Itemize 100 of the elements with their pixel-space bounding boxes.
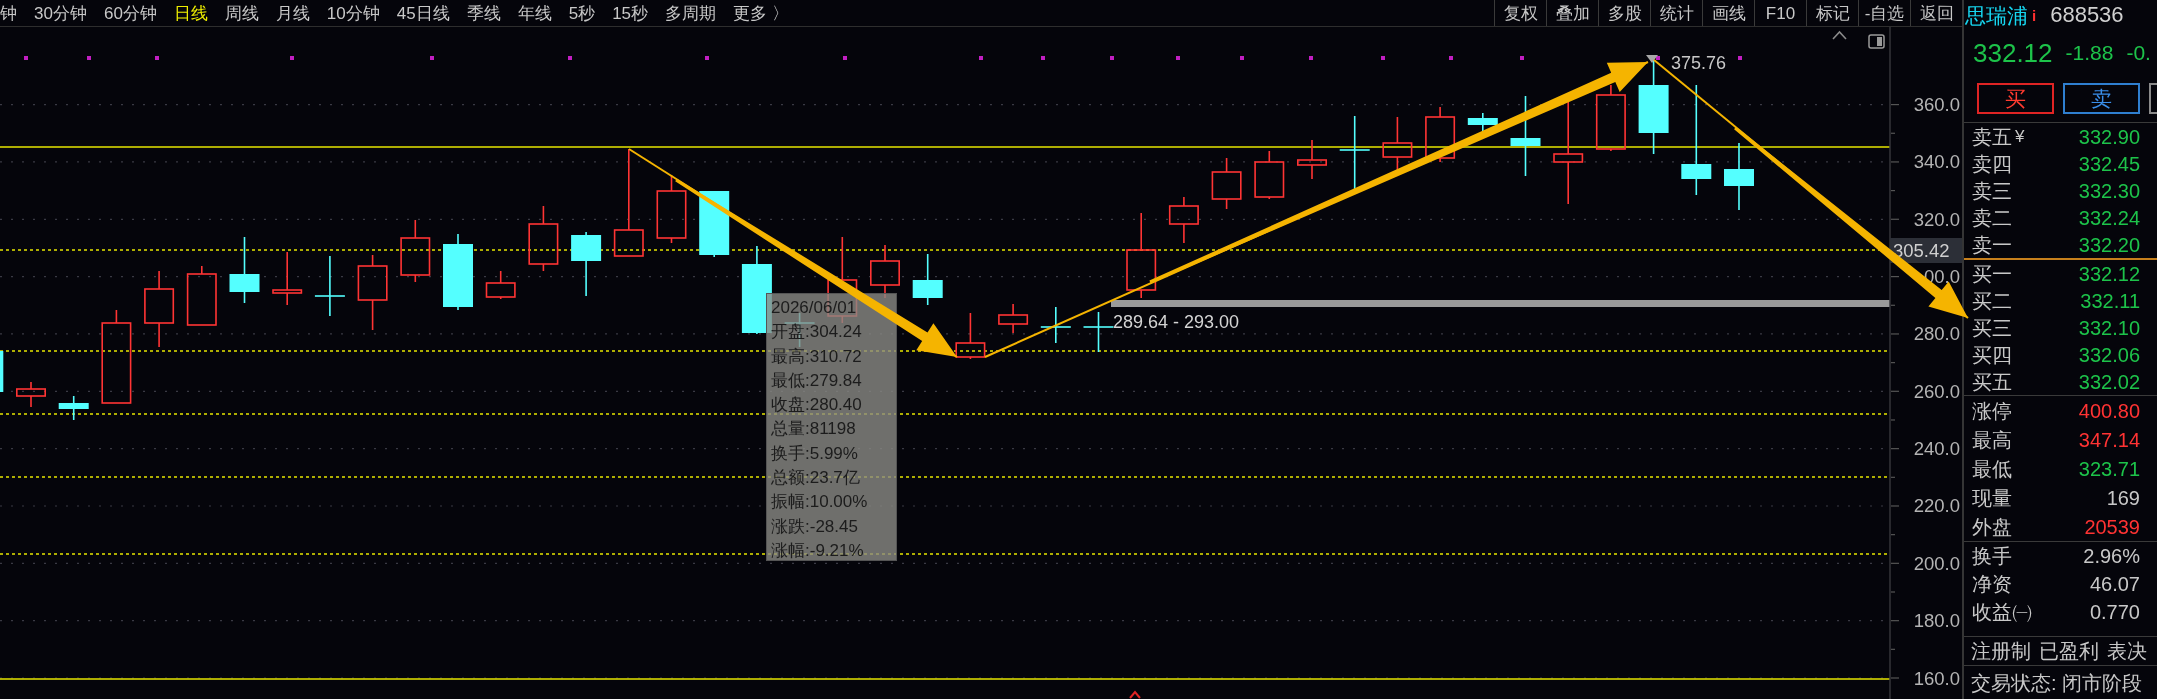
axis-label: 200.0 — [1913, 552, 1960, 574]
stock-tag: 已盈利 — [2039, 641, 2099, 661]
falling-candle — [912, 253, 943, 306]
toolbar-button[interactable]: 标记 — [1806, 0, 1858, 26]
rising-candle — [16, 381, 46, 408]
period-tab[interactable]: 月线 — [275, 4, 310, 22]
order-price: 332.45 — [2078, 153, 2140, 174]
sell-button[interactable]: 卖 — [2063, 83, 2140, 114]
toolbar-button[interactable]: F10 — [1754, 0, 1806, 26]
order-price: 332.30 — [2078, 180, 2140, 201]
rising-candle — [1297, 139, 1327, 180]
price-range-label: 289.64 - 293.00 — [1113, 312, 1240, 332]
partial-button[interactable] — [2149, 83, 2157, 114]
stat-value: 0.770 — [2089, 602, 2140, 622]
period-tab[interactable]: 10分钟 — [326, 4, 380, 22]
period-tab[interactable]: 钟 — [0, 4, 17, 22]
period-tab[interactable]: 60分钟 — [103, 4, 157, 22]
order-label: 卖四 — [1972, 153, 2012, 174]
axis-label: 160.0 — [1913, 667, 1960, 689]
order-price: 332.11 — [2080, 290, 2140, 311]
order-label: 买三 — [1972, 317, 2012, 338]
period-tab[interactable]: 年线 — [517, 4, 552, 22]
period-tab[interactable]: 更多 〉 — [733, 4, 789, 22]
order-label: 买一 — [1972, 263, 2012, 284]
tooltip-text: 涨幅:-9.21% — [771, 539, 864, 562]
rising-candle — [1168, 196, 1199, 244]
stat-value: 347.14 — [2078, 429, 2140, 450]
stat-value: 323.71 — [2078, 458, 2140, 479]
stat-value: 46.07 — [2089, 574, 2140, 594]
stock-name: 思瑞浦 — [1965, 4, 2028, 26]
period-tab[interactable]: 45日线 — [396, 4, 450, 22]
rising-candle — [400, 219, 431, 283]
order-price: 332.24 — [2078, 207, 2140, 228]
toolbar-button[interactable]: 多股 — [1598, 0, 1650, 26]
tooltip-text: 收盘:280.40 — [771, 394, 862, 417]
currency-mark: ¥ — [2015, 128, 2025, 145]
panel-toggle-icon[interactable] — [1868, 34, 1885, 49]
last-price: 332.12 — [1973, 39, 2053, 66]
rising-candle — [1211, 157, 1242, 210]
tooltip-date: 2026/06/01 — [771, 297, 857, 319]
change-percent: -0. — [2126, 42, 2151, 63]
axis-label: 220.0 — [1913, 495, 1960, 517]
last-price-tag: 305.42 — [1890, 238, 1962, 263]
order-label: 买四 — [1972, 344, 2012, 365]
stat-value: 2.96% — [2083, 546, 2140, 566]
toolbar-button[interactable]: 统计 — [1650, 0, 1702, 26]
stat-value: 400.80 — [2078, 400, 2140, 421]
order-label: 卖三 — [1972, 180, 2012, 201]
rising-candle — [272, 251, 303, 306]
period-tab[interactable]: 日线 — [173, 4, 208, 22]
doji-candle — [1040, 306, 1072, 344]
period-tab[interactable]: 15秒 — [612, 4, 649, 22]
rising-candle — [1595, 84, 1626, 152]
order-price: 332.12 — [2078, 263, 2140, 284]
info-badge[interactable]: i — [2032, 7, 2037, 23]
chevron-up-icon[interactable] — [1832, 30, 1847, 40]
trading-status: 交易状态: 闭市阶段 — [1971, 672, 2143, 693]
rising-candle — [186, 265, 217, 326]
stock-tag: 表决 — [2107, 641, 2147, 661]
rising-candle — [955, 312, 986, 360]
order-label: 买五 — [1972, 371, 2012, 392]
stat-label: 外盘 — [1972, 516, 2012, 537]
stat-label: 收益㈠ — [1972, 602, 2032, 622]
order-price: 332.06 — [2078, 344, 2140, 365]
toolbar-button[interactable]: -自选 — [1858, 0, 1910, 26]
axis-label: 280.0 — [1913, 323, 1960, 345]
tooltip-text: 涨跌:-28.45 — [771, 515, 858, 538]
period-tab[interactable]: 季线 — [466, 4, 501, 22]
period-tab[interactable]: 5秒 — [568, 4, 596, 22]
axis-label: 240.0 — [1913, 438, 1960, 460]
order-price: 332.02 — [2078, 371, 2140, 392]
stat-value: 20539 — [2084, 516, 2140, 537]
stock-tag: 注册制 — [1971, 641, 2031, 661]
tooltip-text: 总量:81198 — [771, 418, 856, 441]
tooltip-text: 最低:279.84 — [771, 369, 862, 392]
rising-candle — [1425, 106, 1456, 163]
high-marker-icon — [1646, 55, 1658, 63]
toolbar-button[interactable]: 叠加 — [1546, 0, 1598, 26]
axis-label: 260.0 — [1913, 380, 1960, 402]
axis-label: 360.0 — [1913, 94, 1960, 116]
stat-label: 最高 — [1972, 429, 2012, 450]
stat-label: 换手 — [1972, 546, 2012, 566]
toolbar-button[interactable]: 返回 — [1910, 0, 1962, 26]
toolbar-button[interactable]: 复权 — [1494, 0, 1546, 26]
tooltip-text: 换手:5.99% — [771, 442, 858, 465]
period-tab[interactable]: 30分钟 — [34, 4, 87, 22]
stat-label: 净资 — [1972, 574, 2012, 594]
order-label: 卖一 — [1972, 234, 2012, 255]
falling-candle — [1724, 142, 1754, 211]
tooltip-text: 总额:23.7亿 — [771, 467, 860, 490]
stat-label: 涨停 — [1972, 400, 2012, 421]
buy-button[interactable]: 买 — [1977, 83, 2054, 114]
rising-candle — [1254, 150, 1285, 200]
period-tab[interactable]: 周线 — [224, 4, 259, 22]
toolbar-button[interactable]: 画线 — [1702, 0, 1754, 26]
stat-label: 最低 — [1972, 458, 2012, 479]
period-tab[interactable]: 多周期 — [665, 4, 717, 22]
marker-icon — [1129, 690, 1141, 699]
order-label: 卖二 — [1972, 207, 2012, 228]
falling-candle — [58, 395, 89, 421]
